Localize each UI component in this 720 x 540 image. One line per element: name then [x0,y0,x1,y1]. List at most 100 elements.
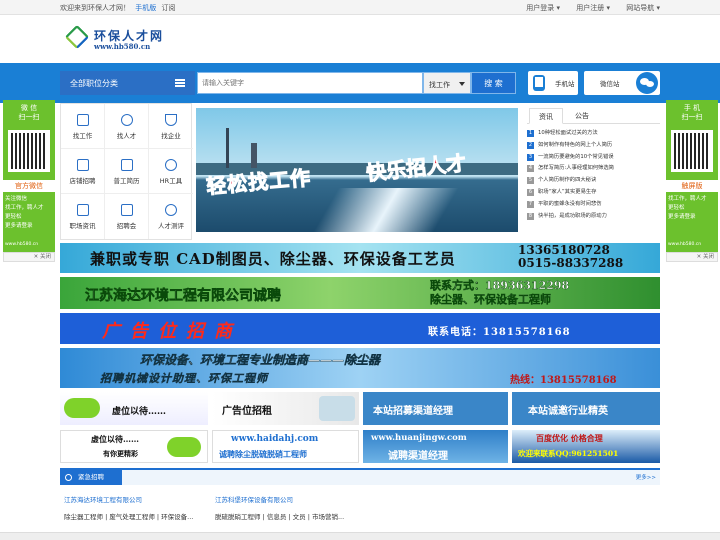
logo-icon [64,24,90,50]
list-item[interactable]: 1 10种轻松面试过关的方法 [527,128,660,140]
news-list: 1 10种轻松面试过关的方法 2 如何制作有特色的网上个人简历 3 一流简历要避免的1… [527,128,660,222]
right-float-label: 触屏版 [666,180,718,192]
nav-store-recruit[interactable]: 店铺招聘 [61,149,105,194]
ad-tile-haida[interactable]: www.haidahj.com 诚聘除尘脱硫脱硝工程师 [212,430,359,463]
list-item[interactable]: 6 职场“家人”其实更易生存 [527,187,660,199]
nav-worker-resume[interactable]: 普工简历 [105,149,149,194]
search-input[interactable] [198,73,422,93]
search-type-label: 找工作 [429,81,450,89]
urgent-section-header: 紧急招聘 更多>> [60,468,660,485]
mobile-link[interactable]: 手机版 [135,4,156,12]
nav-label: 找工作 [72,132,93,140]
search-button[interactable]: 搜 索 [471,72,516,94]
quick-nav-grid: 找工作 找人才 找企业 店铺招聘 普工简历 HR工具 职场资讯 招聘会 人才测评 [60,103,193,240]
nav-label: 店铺招聘 [69,177,96,185]
company-name[interactable]: 江苏科堡环保设备有限公司 [215,494,293,504]
left-float-close-button[interactable]: ✕ 关闭 [3,252,55,262]
tile-subtext: 有你更精彩 [103,449,138,458]
list-item[interactable]: 2 如何制作有特色的网上个人简历 [527,140,660,152]
mobile-site-label: 手机站 [555,80,575,88]
user-register-menu[interactable]: 用户注册 ▾ [576,4,610,12]
welcome-text: 欢迎来到环保人才网！ [60,4,130,12]
left-float-title: 微 信 扫一扫 [18,104,40,121]
ad-banner-dust[interactable]: 环保设备、环境工程专业制造商———除尘器 招聘机械设计助理、环保工程师 热线：1… [60,348,660,388]
ad-tile-huanjingw[interactable]: www.huanjingw.com 诚聘渠道经理 [363,430,508,463]
list-item[interactable]: 4 怎样写简历:人事经理如何筛选简 [527,163,660,175]
left-float-desc: 关注微信 找工作，聘人才 更轻松 [5,196,44,220]
handshake-icon [319,396,355,421]
news-title: 怎样写简历:人事经理如何筛选简 [538,165,614,172]
nav-label: 招聘会 [116,222,137,230]
ad4-line1: 环保设备、环境工程专业制造商———除尘器 [140,353,381,367]
ad2-text: 江苏海达环境工程有限公司诚聘 [85,288,282,305]
top-bar: 欢迎来到环保人才网！ 手机版 订阅 用户登录 ▾ 用户注册 ▾ 网站导航 ▾ [0,0,720,15]
nav-talent-test[interactable]: 人才测评 [149,194,193,239]
subscribe-link[interactable]: 订阅 [161,4,175,12]
list-item[interactable]: 7 平职的蜜蜂永没有时间悲伤 [527,199,660,211]
ad-tile-vacant-2[interactable]: 虚位以待…… 有你更精彩 [60,430,208,463]
bottom-strip [0,532,720,540]
ad-tile-seo[interactable]: 百度优化 价格合理 欢迎来联系QQ:961251501 [512,430,660,463]
news-title: 一流简历要避免的10个常见错误 [538,153,614,160]
site-nav-menu[interactable]: 网站导航 ▾ [626,4,660,12]
wechat-site-button[interactable]: 微信站 [584,71,660,95]
list-item[interactable]: 5 个人简历制作的四大秘诀 [527,175,660,187]
list-item[interactable]: 3 一流简历要避免的10个常见错误 [527,152,660,164]
header: 环保人才网 www.hb580.cn [0,15,720,63]
tab-notice[interactable]: 公告 [565,108,599,124]
banner-boat-wake [313,188,459,232]
news-title: 职场“家人”其实更易生存 [538,188,597,195]
store-icon [76,159,89,171]
tab-news[interactable]: 资讯 [529,108,563,124]
company-jobs[interactable]: 除尘器工程师 | 废气处理工程师 | 环保设备... [64,511,209,521]
banner-building [251,143,257,168]
tile-text: 本站招募渠道经理 [373,406,453,417]
site-logo[interactable]: 环保人才网 www.hb580.cn [64,24,176,53]
tile-subtext: 欢迎来联系QQ:961251501 [518,449,619,458]
nav-label: 找企业 [161,132,181,140]
right-float-close-button[interactable]: ✕ 关闭 [666,252,718,262]
list-item[interactable]: 8 快半拍，是成功职场的原动力 [527,211,660,223]
urgent-more-link[interactable]: 更多>> [636,473,656,481]
tile-chair-icon [64,398,100,418]
ad-tile-vacant-1[interactable]: 虚位以待…… [60,392,208,425]
right-float-text: 找工作，聘人才 更轻松 更多请登录 [668,195,716,222]
news-title: 快半拍，是成功职场的原动力 [538,212,607,219]
mobile-site-button[interactable]: 手机站 [528,71,578,95]
tile-text: 本站诚邀行业精英 [528,406,608,417]
right-float-url: www.hb580.cn [668,242,702,247]
user-login-menu[interactable]: 用户登录 ▾ [526,4,560,12]
ad-tile-channel[interactable]: 本站招募渠道经理 [363,392,508,425]
tile-subtext: 诚聘除尘脱硫脱硝工程师 [219,449,307,459]
urgent-title: 紧急招聘 [60,470,122,485]
ad1-phone2: 0515-88337288 [518,256,624,270]
nav-hr-tools[interactable]: HR工具 [149,149,193,194]
nav-label: 职场资讯 [69,222,96,230]
wechat-qr-code [8,130,50,172]
main-banner[interactable]: 轻松找工作 快乐招人才 [196,108,518,232]
nav-find-job[interactable]: 找工作 [61,104,105,149]
nav-career-news[interactable]: 职场资讯 [61,194,105,239]
banner-tower [226,128,229,168]
ad-banner-invest[interactable]: 广告位招商 联系电话：13815578168 [60,313,660,344]
ad-tile-rent[interactable]: 广告位招租 [212,392,359,425]
nav-find-company[interactable]: 找企业 [149,104,193,149]
nav-job-fair[interactable]: 招聘会 [105,194,149,239]
left-float-wechat: 微 信 扫一扫 官方微信 关注微信 找工作，聘人才 更轻松 更多请登录 www.… [3,100,55,262]
ad-banner-haida[interactable]: 江苏海达环境工程有限公司诚聘 联系方式：18936312298 除尘器、环保设备工… [60,277,660,309]
company-name[interactable]: 江苏海达环境工程有限公司 [64,494,142,504]
nav-find-talent[interactable]: 找人才 [105,104,149,149]
ad-tile-elite[interactable]: 本站诚邀行业精英 [512,392,660,425]
company-jobs[interactable]: 脱硫脱硝工程师 | 信息员 | 文员 | 市场营销... [215,511,360,521]
nav-label: 普工简历 [113,177,140,185]
right-float-title: 手 机 扫一扫 [681,104,703,121]
news-title: 平职的蜜蜂永没有时间悲伤 [538,200,602,207]
category-menu-button[interactable]: 全部职位分类 [60,71,195,95]
search-type-select[interactable]: 找工作 [423,72,471,94]
right-float-mobile: 手 机 扫一扫 触屏版 找工作，聘人才 更轻松 更多请登录 www.hb580.… [666,100,718,262]
ad-banner-cad[interactable]: 兼职或专职 CAD制图员、除尘器、环保设备工艺员 13365180728 0515… [60,243,660,273]
news-icon [76,204,89,216]
briefcase-icon [76,114,89,126]
tile-chair-icon [167,437,201,457]
tile-text: www.huanjingw.com [371,433,467,443]
